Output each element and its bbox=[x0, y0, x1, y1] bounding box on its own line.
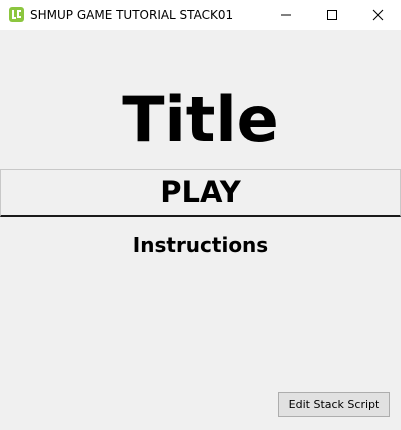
stage-title: Title bbox=[122, 83, 279, 156]
app-window: SHMUP GAME TUTORIAL STACK01 Title PLAY I… bbox=[0, 0, 401, 430]
maximize-icon bbox=[327, 10, 337, 20]
minimize-button[interactable] bbox=[263, 0, 309, 30]
edit-stack-script-label: Edit Stack Script bbox=[288, 398, 380, 411]
title-bar[interactable]: SHMUP GAME TUTORIAL STACK01 bbox=[0, 0, 401, 30]
minimize-icon bbox=[281, 14, 291, 16]
play-button-label: PLAY bbox=[160, 175, 241, 209]
maximize-button[interactable] bbox=[309, 0, 355, 30]
window-title: SHMUP GAME TUTORIAL STACK01 bbox=[30, 8, 234, 22]
instructions-label[interactable]: Instructions bbox=[0, 231, 401, 259]
close-button[interactable] bbox=[355, 0, 401, 30]
close-icon bbox=[372, 9, 384, 21]
edit-stack-script-button[interactable]: Edit Stack Script bbox=[278, 392, 390, 417]
livecode-app-icon bbox=[9, 7, 24, 22]
play-button[interactable]: PLAY bbox=[0, 169, 401, 217]
